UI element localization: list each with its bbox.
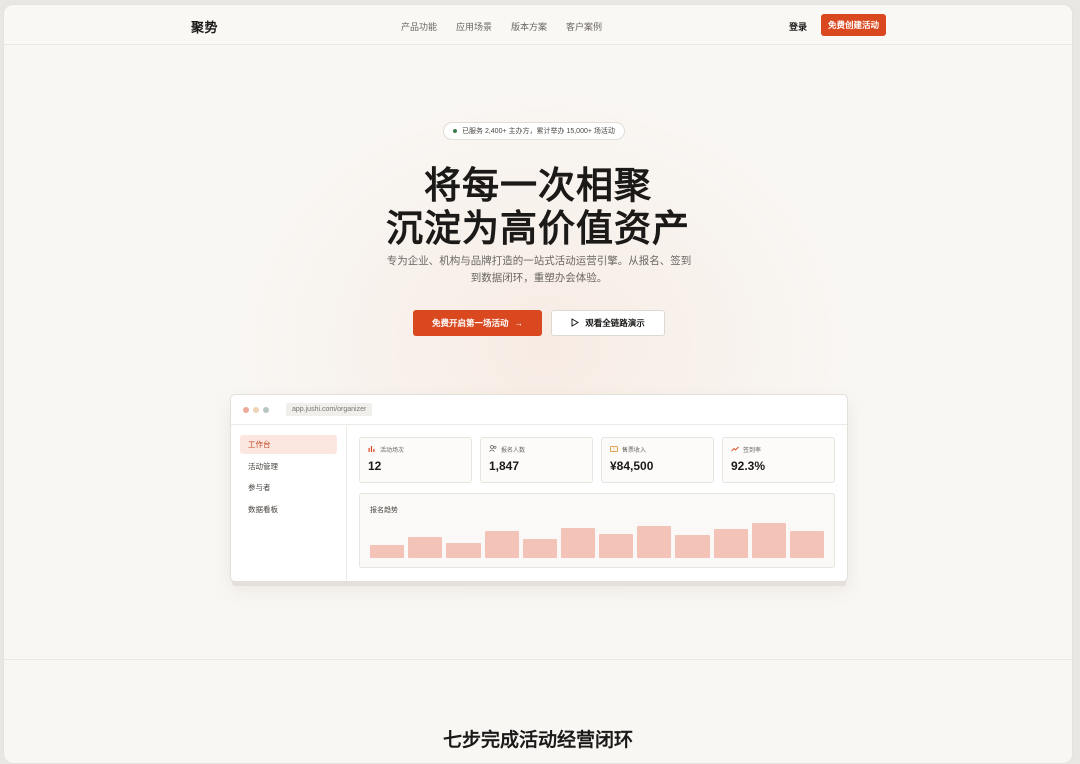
sidebar-item-dashboard[interactable]: 数据看板 [240,500,337,519]
stat-card-events: 活动场次 12 [359,437,472,483]
nav-link-features[interactable]: 产品功能 [401,20,437,33]
stat-value: 92.3% [731,459,766,473]
trend-chart: 报名趋势 [359,493,835,568]
hero-subtitle: 专为企业、机构与品牌打造的一站式活动运营引擎。从报名、签到到数据闭环，重塑办会体… [386,255,692,284]
logo[interactable]: 聚势 [191,17,218,36]
nav-links: 产品功能 应用场景 版本方案 客户案例 [401,20,602,33]
start-first-event-button[interactable]: 免费开启第一场活动 → [413,310,542,336]
stat-label: 活动场次 [380,448,405,454]
trend-chart-title: 报名趋势 [370,507,398,514]
app-preview: app.jushi.com/organizer 工作台 活动管理 参与者 数据看… [230,394,848,582]
start-first-event-label: 免费开启第一场活动 [431,318,509,328]
sidebar-item-events[interactable]: 活动管理 [240,457,337,476]
trend-bar-5 [522,539,557,558]
arrow-right-icon: → [514,318,524,328]
trend-bar-2 [408,537,443,558]
trend-bar-9 [675,535,710,558]
sidebar-item-workbench[interactable]: 工作台 [240,435,337,454]
stat-card-registrations: 报名人数 1,847 [480,437,593,483]
trend-bar-4 [484,531,519,558]
nav-link-cases[interactable]: 客户案例 [566,20,602,33]
preview-url: app.jushi.com/organizer [286,403,373,416]
hero-title-line2: 沉淀为高价值资产 [386,208,690,249]
ticket-icon [610,445,618,454]
trend-bars [370,522,825,558]
trend-bar-7 [599,534,634,558]
window-close-dot [243,407,249,413]
stat-label: 签到率 [743,448,762,454]
stat-card-revenue: 售票收入 ¥84,500 [601,437,714,483]
badge-text: 已服务 2,400+ 主办方，累计举办 15,000+ 场活动 [462,128,615,135]
trend-up-icon [731,446,739,454]
nav-link-scenarios[interactable]: 应用场景 [456,20,492,33]
trend-bar-11 [751,523,786,558]
trend-bar-12 [789,531,825,558]
trend-bar-3 [446,543,481,558]
section-divider [4,659,1072,660]
top-nav: 聚势 产品功能 应用场景 版本方案 客户案例 登录 免费创建活动 [4,5,1072,45]
stat-label: 报名人数 [501,448,526,454]
bar-chart-icon [368,445,376,454]
login-link[interactable]: 登录 [789,20,807,33]
trend-bar-6 [560,528,596,558]
stat-value: 1,847 [489,459,520,473]
nav-link-pricing[interactable]: 版本方案 [511,20,547,33]
trend-bar-8 [637,526,672,558]
section-title: 七步完成活动经营闭环 [442,730,633,751]
trend-bar-1 [370,545,405,558]
stat-value: 12 [368,459,382,473]
trend-bar-10 [713,529,748,558]
status-dot-icon [453,129,457,133]
browser-window: 聚势 产品功能 应用场景 版本方案 客户案例 登录 免费创建活动 已服务 2,4… [3,4,1073,764]
preview-sidebar: 工作台 活动管理 参与者 数据看板 [231,426,347,581]
preview-titlebar: app.jushi.com/organizer [231,395,847,425]
create-event-button[interactable]: 免费创建活动 [821,14,886,36]
stat-card-checkin-rate: 签到率 92.3% [722,437,835,483]
social-proof-badge: 已服务 2,400+ 主办方，累计举办 15,000+ 场活动 [443,122,625,140]
stat-label: 售票收入 [622,448,647,454]
play-icon [571,317,580,329]
watch-demo-button[interactable]: 观看全链路演示 [551,310,665,336]
window-minimize-dot [253,407,259,413]
stat-value: ¥84,500 [610,459,654,473]
stats-row: 活动场次 12 报名人数 1,847 售票收入 ¥84,500 签到率 92.3… [359,437,835,483]
sidebar-item-participants[interactable]: 参与者 [240,478,337,497]
watch-demo-label: 观看全链路演示 [585,318,645,328]
window-maximize-dot [263,407,269,413]
users-icon [489,445,497,454]
